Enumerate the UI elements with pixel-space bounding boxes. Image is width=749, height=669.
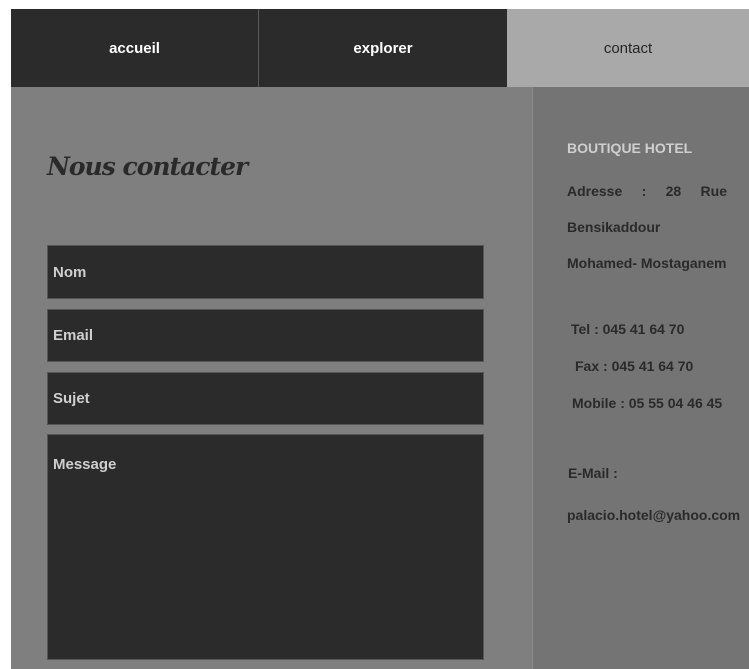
hotel-name: BOUTIQUE HOTEL [567,140,693,156]
fax-number: Fax : 045 41 64 70 [575,358,694,374]
nav-item-accueil[interactable]: accueil [11,9,259,87]
top-navigation: accueil explorer contact [11,9,749,87]
email-label: E-Mail : [568,465,618,481]
mobile-number: Mobile : 05 55 04 46 45 [572,395,723,411]
email-address: palacio.hotel@yahoo.com [567,507,741,523]
name-field[interactable] [47,245,484,299]
subject-field[interactable] [47,372,484,425]
page-title: Nous contacter [47,151,248,181]
telephone-number: Tel : 045 41 64 70 [571,321,685,337]
email-field[interactable] [47,309,484,362]
nav-item-explorer[interactable]: explorer [259,9,507,87]
hotel-address: Adresse : 28 Rue Bensikaddour Mohamed- M… [567,183,727,271]
message-field[interactable] [47,434,484,660]
nav-item-contact[interactable]: contact [507,9,749,87]
